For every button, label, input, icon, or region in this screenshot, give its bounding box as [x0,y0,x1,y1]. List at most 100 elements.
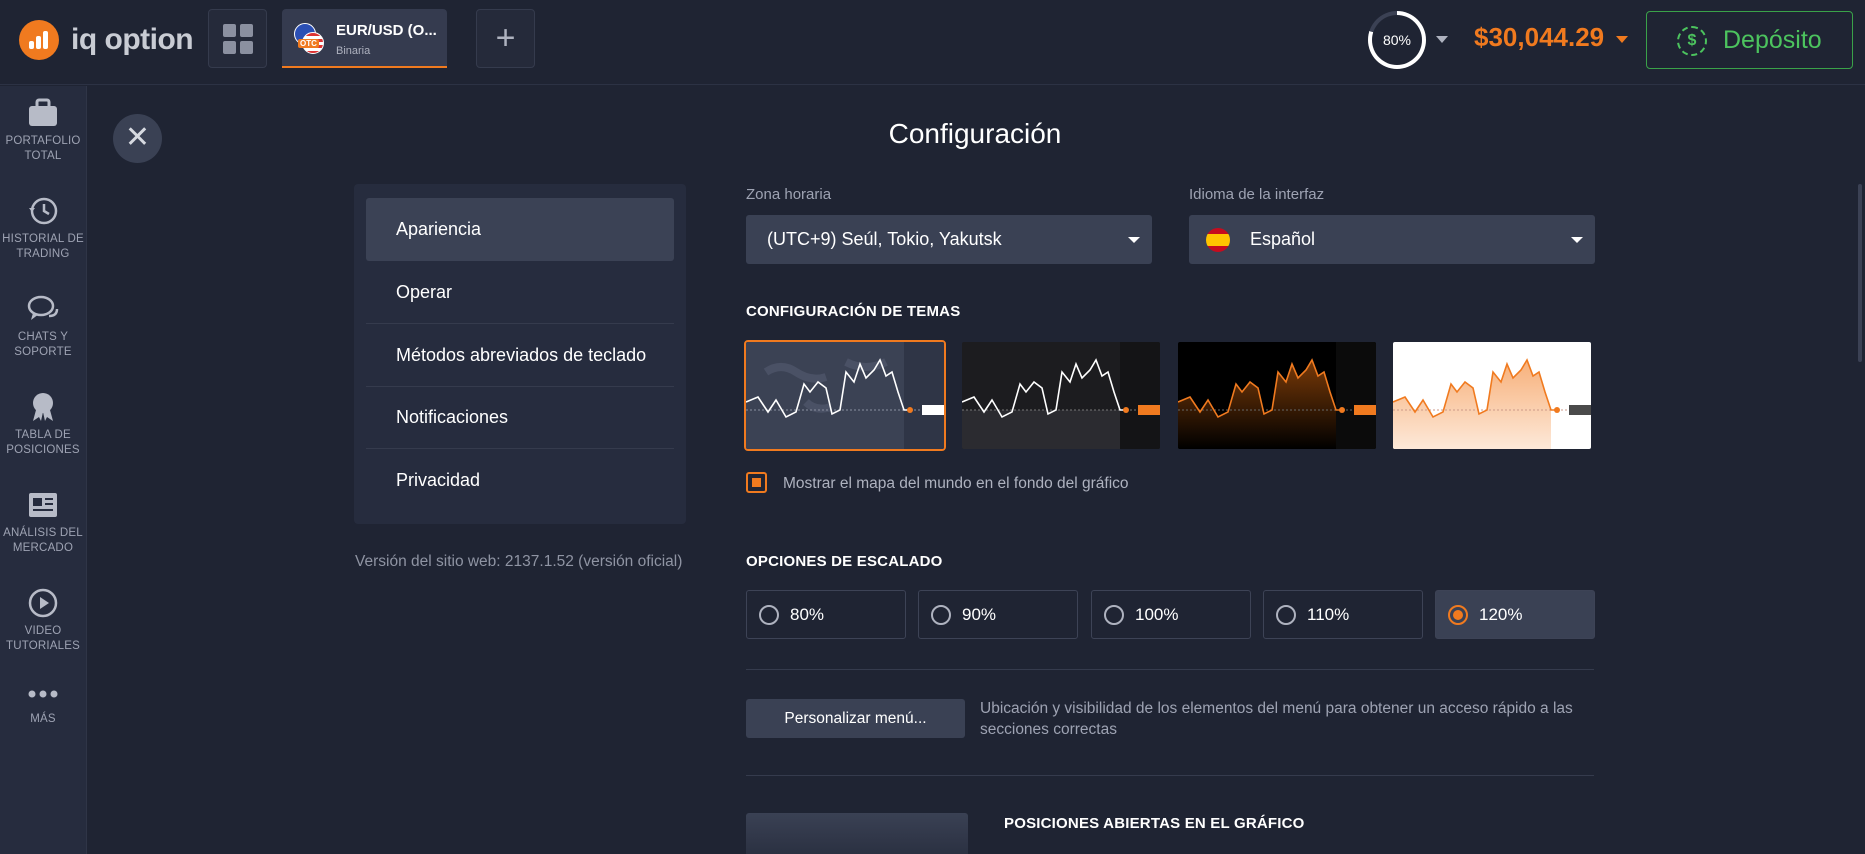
page-title: Configuración [888,118,1062,149]
theme-option-light[interactable] [1393,342,1591,449]
personalize-menu-button[interactable]: Personalizar menú... [746,699,965,738]
language-select[interactable]: Español [1189,215,1595,264]
world-map-checkbox[interactable] [746,472,767,493]
theme-option-black[interactable] [1178,342,1376,449]
otc-badge: OTC [298,39,319,48]
divider [746,775,1594,776]
scale-label: 120% [1479,605,1523,624]
language-label: Idioma de la interfaz [1189,186,1325,203]
account-balance[interactable]: $30,044.29 [1474,22,1604,53]
theme-preview [962,342,1160,449]
add-asset-button[interactable]: + [476,9,535,68]
sidebar-item-leaderboard[interactable]: TABLA DE POSICIONES [0,392,86,458]
divider [746,669,1594,670]
checkbox-mark [752,478,761,487]
sidebar-label: CHATS Y [17,331,69,343]
timezone-value: (UTC+9) Seúl, Tokio, Yakutsk [767,229,1002,249]
theme-preview [1178,342,1376,449]
asset-type: Binaria [336,45,371,57]
sidebar-label: TABLA DE [15,429,71,441]
menu-item-trading[interactable]: Operar [366,261,674,324]
sidebar-label: VIDEO [24,625,62,637]
site-version: Versión del sitio web: 2137.1.52 (versió… [355,553,683,570]
scale-label: 110% [1307,605,1350,624]
more-icon [27,686,59,706]
theme-preview [746,342,944,449]
sidebar-label: TRADING [16,248,70,260]
sidebar-label: MERCADO [12,542,74,554]
progress-ring[interactable]: 80% [1368,11,1426,69]
deposit-icon: $ [1677,26,1707,56]
radio [1276,605,1296,625]
scale-option-100[interactable]: 100% [1091,590,1251,639]
balance-dropdown-icon[interactable] [1616,36,1628,43]
logo-text: iq option [71,23,194,56]
sidebar-item-chats[interactable]: CHATS Y SOPORTE [0,294,86,360]
eur-usd-flag-icon: OTC [294,23,324,54]
scale-option-80[interactable]: 80% [746,590,906,639]
sidebar-label: ANÁLISIS DEL [3,527,83,539]
asset-tab[interactable]: OTC EUR/USD (O... Binaria [282,9,447,68]
positions-heading: POSICIONES ABIERTAS EN EL GRÁFICO [1004,815,1305,832]
sidebar-label: TUTORIALES [6,640,80,652]
personalize-description: Ubicación y visibilidad de los elementos… [980,700,1573,738]
timezone-select[interactable]: (UTC+9) Seúl, Tokio, Yakutsk [746,215,1152,264]
scale-label: 100% [1135,605,1179,624]
sidebar: PORTAFOLIO TOTAL HISTORIAL DE TRADING CH… [0,86,87,854]
themes-heading: CONFIGURACIÓN DE TEMAS [746,303,961,320]
grid-icon-cell [240,41,253,54]
theme-option-blue[interactable] [744,340,946,451]
chevron-down-icon [1571,237,1583,243]
radio [1104,605,1124,625]
progress-label: 80% [1372,15,1422,65]
menu-item-shortcuts[interactable]: Métodos abreviados de teclado [366,324,674,387]
grid-icon-cell [240,24,253,37]
timezone-label: Zona horaria [746,186,832,203]
progress-dropdown-icon[interactable] [1436,36,1448,43]
radio [931,605,951,625]
spain-flag-icon [1206,228,1230,252]
sidebar-item-video-tutorials[interactable]: VIDEO TUTORIALES [0,588,86,654]
newspaper-icon [27,490,59,520]
logo[interactable]: iq option [19,20,194,60]
top-bar: iq option OTC EUR/USD (O... Binaria + 80… [0,0,1865,85]
sidebar-item-more[interactable]: MÁS [0,686,86,727]
chevron-down-icon [1128,237,1140,243]
language-value: Español [1250,229,1316,249]
sidebar-label: SOPORTE [14,346,72,358]
asset-name: EUR/USD (O... [336,22,437,39]
play-icon [27,588,59,618]
sidebar-item-market-analysis[interactable]: ANÁLISIS DEL MERCADO [0,490,86,556]
scaling-heading: OPCIONES DE ESCALADO [746,553,943,570]
history-icon [27,196,59,226]
scrollbar[interactable] [1858,184,1862,362]
radio [759,605,779,625]
menu-item-notifications[interactable]: Notificaciones [366,386,674,449]
deposit-button[interactable]: $ Depósito [1646,11,1853,69]
settings-menu: Apariencia Operar Métodos abreviados de … [354,184,686,524]
positions-preview [746,813,968,854]
menu-item-appearance[interactable]: Apariencia [366,198,674,261]
grid-icon [223,24,236,37]
sidebar-label: POSICIONES [6,444,80,456]
theme-option-dark[interactable] [962,342,1160,449]
scale-option-110[interactable]: 110% [1263,590,1423,639]
grid-layout-button[interactable] [208,9,267,68]
deposit-label: Depósito [1723,26,1822,54]
radio-selected [1448,605,1468,625]
sidebar-label: TOTAL [24,150,62,162]
scale-label: 80% [790,605,825,624]
world-map-label: Mostrar el mapa del mundo en el fondo de… [783,475,1129,492]
chat-icon [27,294,59,324]
scale-label: 90% [962,605,997,624]
sidebar-item-trading-history[interactable]: HISTORIAL DE TRADING [0,196,86,262]
theme-preview [1393,342,1591,449]
logo-icon [19,20,59,60]
scale-option-90[interactable]: 90% [918,590,1078,639]
award-icon [27,392,59,422]
scale-option-120[interactable]: 120% [1435,590,1595,639]
plus-icon: + [495,19,516,57]
menu-item-privacy[interactable]: Privacidad [366,449,674,512]
sidebar-label: MÁS [30,713,56,725]
sidebar-label: HISTORIAL DE [2,233,84,245]
